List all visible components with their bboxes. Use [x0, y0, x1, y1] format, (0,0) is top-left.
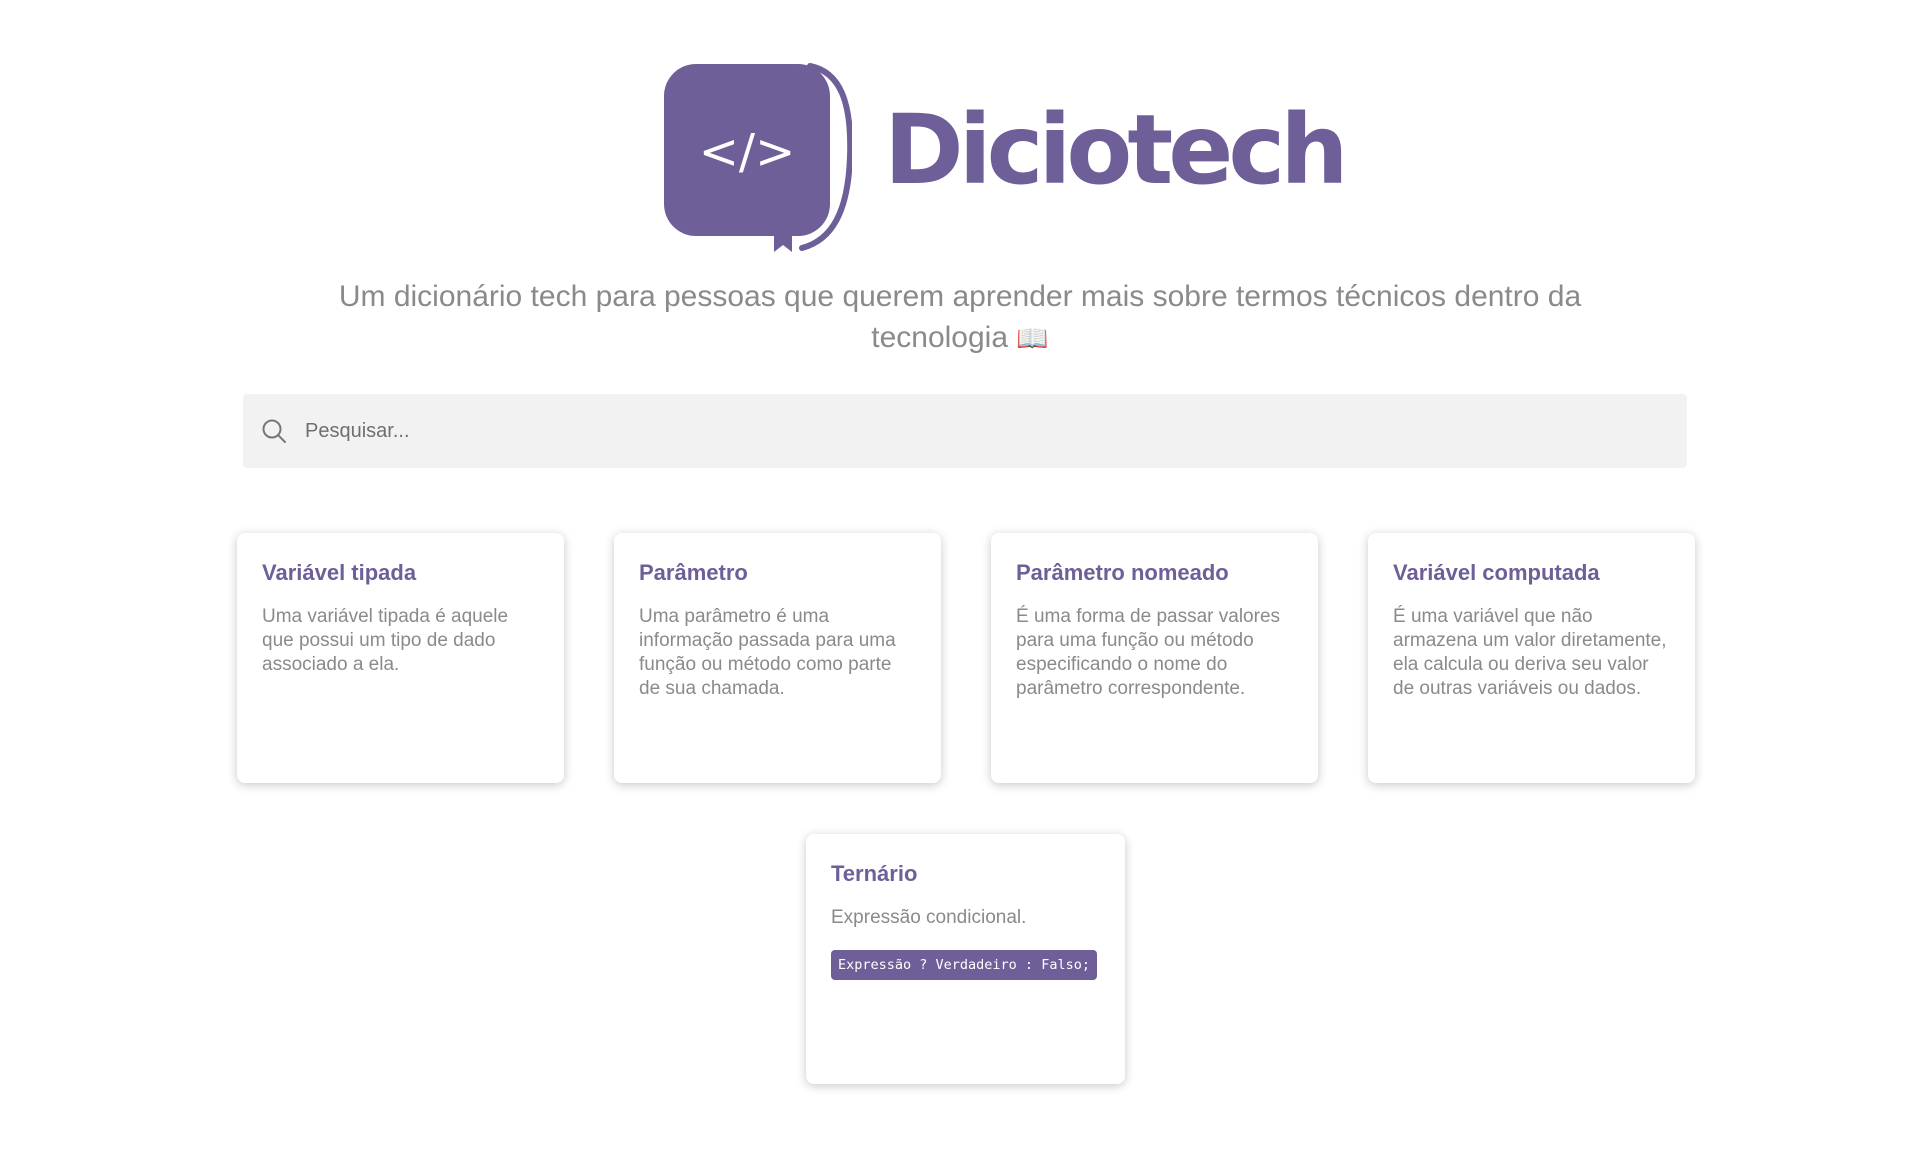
tagline-text: Um dicionário tech para pessoas que quer…	[338, 280, 1582, 354]
open-book-icon: 📖	[1016, 323, 1049, 353]
term-card-ternario[interactable]: Ternário Expressão condicional. Expressã…	[806, 834, 1125, 1084]
term-card-variavel-tipada[interactable]: Variável tipada Uma variável tipada é aq…	[237, 533, 564, 783]
svg-text:</>: </>	[699, 124, 796, 180]
card-title: Variável computada	[1393, 560, 1600, 585]
logo-wordmark: Diciotech	[884, 94, 1349, 206]
code-snippet: Expressão ? Verdadeiro : Falso;	[831, 950, 1097, 980]
card-description: É uma variável que não armazena um valor…	[1393, 606, 1667, 699]
card-description: Uma parâmetro é uma informação passada p…	[639, 606, 896, 699]
card-title: Parâmetro	[639, 560, 748, 585]
tagline: Um dicionário tech para pessoas que quer…	[300, 276, 1620, 359]
card-title: Variável tipada	[262, 560, 417, 585]
search-bar[interactable]	[243, 394, 1687, 468]
card-title: Parâmetro nomeado	[1016, 560, 1229, 585]
page: </> Diciotech Um dicionário tech para pe…	[0, 0, 1920, 1167]
term-card-variavel-computada[interactable]: Variável computada É uma variável que nã…	[1368, 533, 1695, 783]
card-description: Uma variável tipada é aquele que possui …	[262, 606, 509, 675]
card-description: É uma forma de passar valores para uma f…	[1016, 606, 1281, 699]
search-icon	[262, 419, 286, 443]
search-input[interactable]	[305, 394, 1665, 468]
code-book-icon: </>	[664, 63, 852, 252]
site-logo[interactable]: </> Diciotech	[662, 62, 1349, 252]
card-description: Expressão condicional.	[831, 907, 1027, 928]
term-card-parametro[interactable]: Parâmetro Uma parâmetro é uma informação…	[614, 533, 941, 783]
card-title: Ternário	[831, 861, 918, 886]
term-card-parametro-nomeado[interactable]: Parâmetro nomeado É uma forma de passar …	[991, 533, 1318, 783]
